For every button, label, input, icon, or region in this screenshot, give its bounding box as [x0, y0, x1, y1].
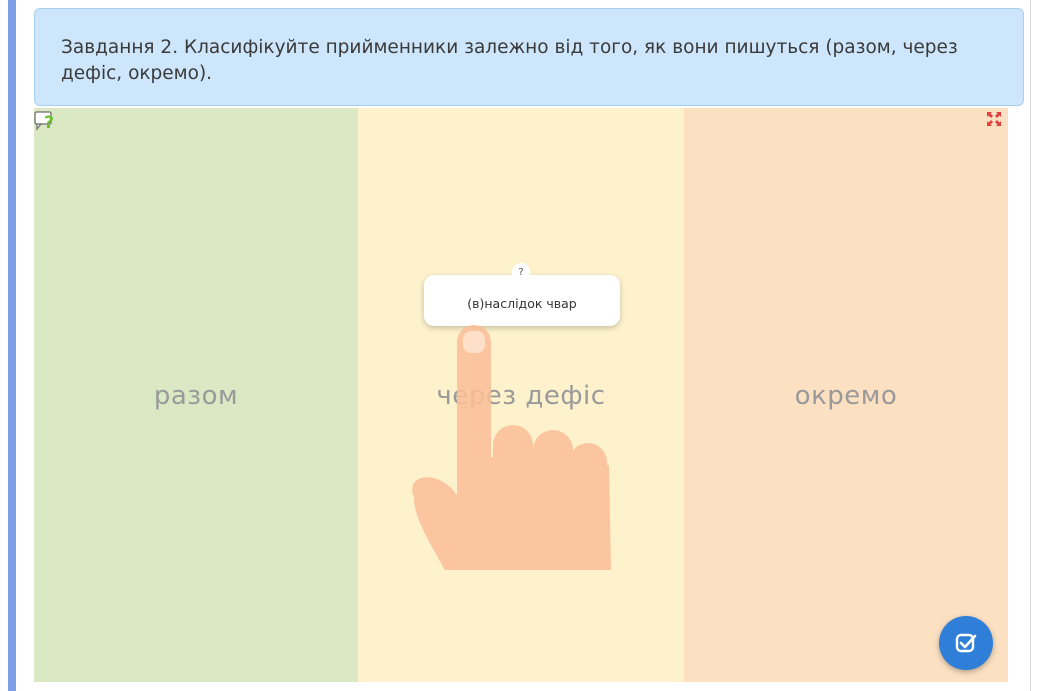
- fullscreen-icon[interactable]: [986, 111, 1002, 127]
- help-question-icon[interactable]: ?: [34, 110, 58, 133]
- dropzone-hyphenated[interactable]: через дефіс: [358, 108, 684, 682]
- svg-text:?: ?: [44, 113, 54, 132]
- check-icon: [955, 633, 977, 653]
- dropzone-together[interactable]: разом: [34, 108, 358, 682]
- draggable-word-card[interactable]: (в)наслідок чвар: [424, 275, 620, 326]
- card-help-mark-text: ?: [518, 266, 524, 278]
- classification-game-area: разом через дефіс окремо: [34, 108, 1008, 682]
- dropzone-label-separately: окремо: [794, 381, 898, 411]
- dropzone-label-hyphenated: через дефіс: [436, 381, 606, 411]
- right-border-line: [1030, 0, 1031, 691]
- task-instruction-banner: Завдання 2. Класифікуйте прийменники зал…: [34, 8, 1024, 106]
- card-help-mark[interactable]: ?: [512, 263, 530, 281]
- task-instruction-text: Завдання 2. Класифікуйте прийменники зал…: [61, 37, 958, 84]
- word-card-text: (в)наслідок чвар: [467, 296, 577, 311]
- check-answer-button[interactable]: [939, 616, 993, 670]
- left-accent-rail: [8, 0, 16, 691]
- dropzone-label-together: разом: [153, 381, 239, 411]
- page-frame: Завдання 2. Класифікуйте прийменники зал…: [0, 0, 1042, 691]
- dropzone-separately[interactable]: окремо: [684, 108, 1008, 682]
